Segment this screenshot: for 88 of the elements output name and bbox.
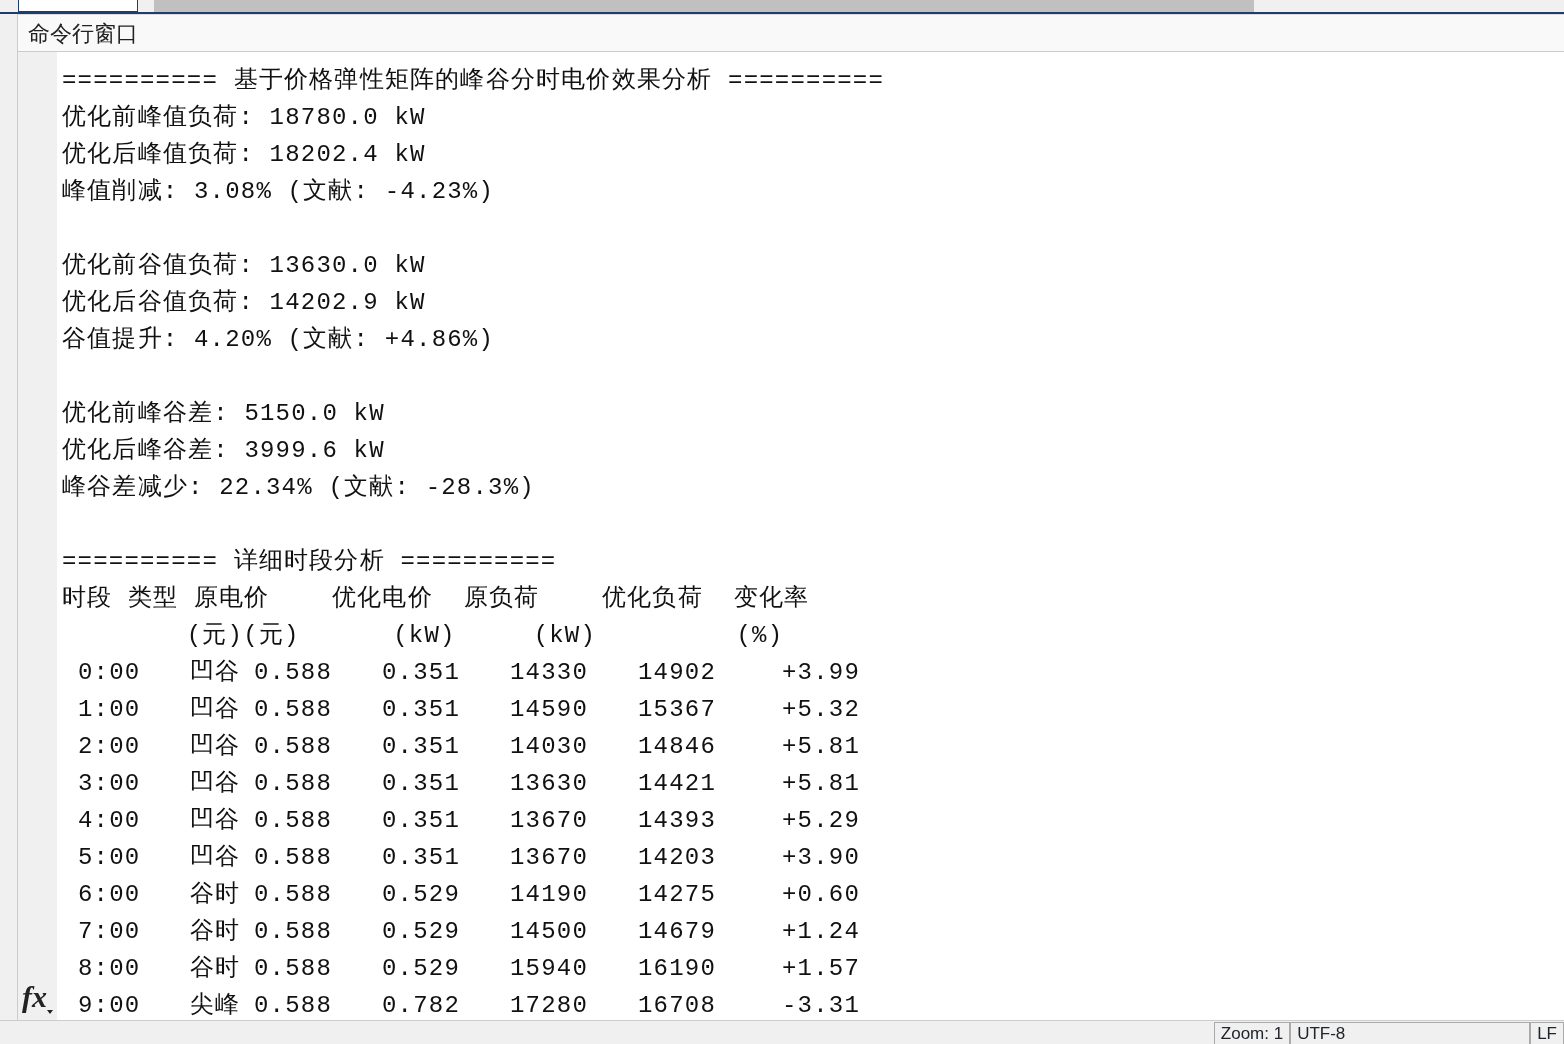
table-cell-text: +3.90 (782, 843, 861, 873)
table-cell-text: 0.588 (254, 991, 333, 1020)
table-cell-text: 凹谷 (190, 695, 242, 725)
table-cell-text: 13630 (510, 769, 589, 799)
table-cell-text: 15940 (510, 954, 589, 984)
table-cell-text: 16190 (638, 954, 717, 984)
table-cell-text: 14500 (510, 917, 589, 947)
table-cell-text: 0.588 (254, 917, 333, 947)
console-line: 峰值削减: 3.08% (文献: -4.23%) (62, 177, 496, 207)
console-line: ========== 基于价格弹性矩阵的峰谷分时电价效果分析 ========== (62, 66, 886, 96)
table-cell-text: 14275 (638, 880, 717, 910)
table-cell-text: 尖峰 (190, 991, 242, 1020)
window-title: 命令行窗口 (28, 19, 138, 48)
unit-line: (元)(元) (kW) (kW) (%) (185, 621, 785, 651)
table-cell-text: 谷时 (190, 880, 242, 910)
table-cell-text: 5:00 (78, 843, 142, 873)
table-cell-text: 15367 (638, 695, 717, 725)
table-cell-text: 17280 (510, 991, 589, 1020)
table-cell-text: 13670 (510, 843, 589, 873)
table-cell-text: 14679 (638, 917, 717, 947)
table-cell-text: 14590 (510, 695, 589, 725)
table-cell-text: 0.588 (254, 806, 333, 836)
table-cell-text: 0.351 (382, 695, 461, 725)
console-line: 优化前谷值负荷: 13630.0 kW (62, 251, 427, 281)
table-cell-text: 凹谷 (190, 732, 242, 762)
table-cell-text: 14902 (638, 658, 717, 688)
table-cell-text: 2:00 (78, 732, 142, 762)
table-cell-text: 谷时 (190, 954, 242, 984)
console-line: 优化前峰值负荷: 18780.0 kW (62, 103, 427, 133)
table-header-line: 时段 类型 原电价 优化电价 原负荷 优化负荷 变化率 (62, 584, 811, 614)
table-cell-text: 0.351 (382, 658, 461, 688)
console-line: 优化后峰谷差: 3999.6 kW (62, 436, 386, 466)
console-line: 优化后谷值负荷: 14202.9 kW (62, 288, 427, 318)
table-cell-text: 凹谷 (190, 658, 242, 688)
table-cell-text: 14393 (638, 806, 717, 836)
table-cell-text: 16708 (638, 991, 717, 1020)
table-cell-text: 8:00 (78, 954, 142, 984)
table-cell-text: 凹谷 (190, 769, 242, 799)
table-cell-text: +0.60 (782, 880, 861, 910)
table-cell-text: 0:00 (78, 658, 142, 688)
table-cell-text: 0.351 (382, 843, 461, 873)
table-cell-text: 0.588 (254, 695, 333, 725)
table-cell-text: -3.31 (782, 991, 861, 1020)
console-line: 优化前峰谷差: 5150.0 kW (62, 399, 386, 429)
console-line: 优化后峰值负荷: 18202.4 kW (62, 140, 427, 170)
table-cell-text: 1:00 (78, 695, 142, 725)
status-field: Zoom: 1 (1213, 1022, 1291, 1044)
table-cell-text: 谷时 (190, 917, 242, 947)
table-cell-text: 14421 (638, 769, 717, 799)
table-cell-text: +5.81 (782, 769, 861, 799)
table-cell-text: 0.588 (254, 658, 333, 688)
table-cell-text: 0.588 (254, 769, 333, 799)
table-cell-text: 0.529 (382, 917, 461, 947)
table-cell-text: +3.99 (782, 658, 861, 688)
table-cell-text: 0.351 (382, 732, 461, 762)
section-heading: ========== 详细时段分析 ========== (62, 547, 558, 577)
table-cell-text: 3:00 (78, 769, 142, 799)
console-line: 谷值提升: 4.20% (文献: +4.86%) (62, 325, 496, 355)
table-cell-text: 0.588 (254, 732, 333, 762)
table-cell-text: 0.588 (254, 843, 333, 873)
table-cell-text: 0.351 (382, 769, 461, 799)
table-cell-text: 14330 (510, 658, 589, 688)
status-field: UTF-8 (1290, 1022, 1531, 1044)
table-cell-text: +1.57 (782, 954, 861, 984)
table-cell-text: 13670 (510, 806, 589, 836)
scrollbar-thumb[interactable] (154, 0, 1254, 12)
table-cell-text: 7:00 (78, 917, 142, 947)
table-cell-text: +1.24 (782, 917, 861, 947)
table-cell-text: 4:00 (78, 806, 142, 836)
table-cell-text: 凹谷 (190, 806, 242, 836)
table-cell-text: 0.529 (382, 954, 461, 984)
table-cell-text: 0.782 (382, 991, 461, 1020)
status-field: LF (1530, 1022, 1564, 1044)
table-cell-text: 9:00 (78, 991, 142, 1020)
table-cell-text: +5.81 (782, 732, 861, 762)
table-cell-text: 14846 (638, 732, 717, 762)
table-cell-text: +5.32 (782, 695, 861, 725)
table-cell-text: 14030 (510, 732, 589, 762)
console-line: 峰谷差减少: 22.34% (文献: -28.3%) (62, 473, 536, 503)
table-cell-text: 0.588 (254, 954, 333, 984)
table-cell-text: 0.351 (382, 806, 461, 836)
table-cell-text: 凹谷 (190, 843, 242, 873)
table-cell-text: 6:00 (78, 880, 142, 910)
table-cell-text: 0.529 (382, 880, 461, 910)
table-cell-text: 0.588 (254, 880, 333, 910)
table-cell-text: +5.29 (782, 806, 861, 836)
table-cell-text: 14190 (510, 880, 589, 910)
table-cell-text: 14203 (638, 843, 717, 873)
